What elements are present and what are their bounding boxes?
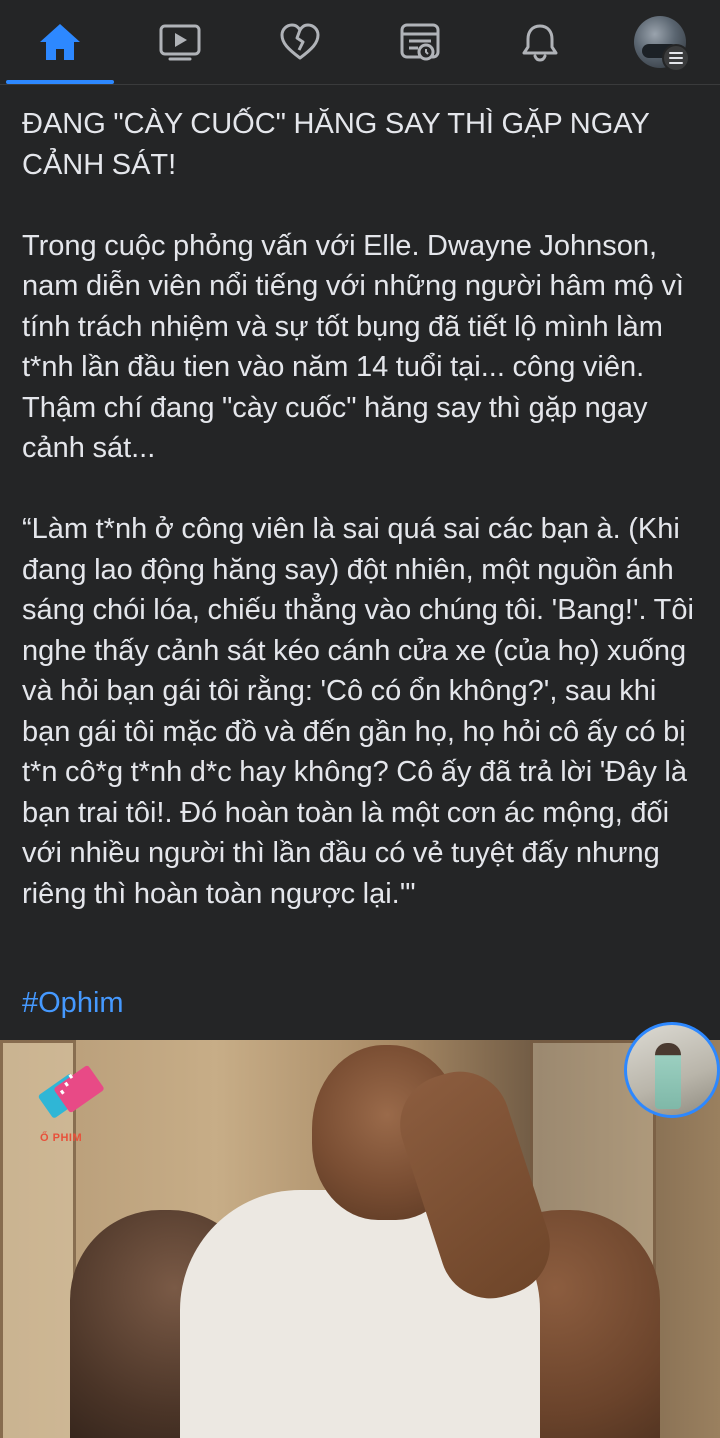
post-paragraph-2: “Làm t*nh ở công viên là sai quá sai các…	[22, 513, 694, 910]
tab-notifications[interactable]	[480, 0, 600, 84]
top-navigation-bar	[0, 0, 720, 85]
home-icon	[40, 24, 80, 60]
bubble-person-thumbnail	[655, 1043, 681, 1109]
post-paragraph-1: Trong cuộc phỏng vấn với Elle. Dwayne Jo…	[22, 229, 684, 465]
floating-video-bubble[interactable]	[624, 1022, 720, 1118]
tab-home[interactable]	[0, 0, 120, 84]
heart-icon	[280, 23, 320, 60]
ophim-logo-icon	[38, 1065, 104, 1118]
hashtag-link[interactable]: #Ophim	[22, 983, 124, 1023]
post-title: ĐANG "CÀY CUỐC" HĂNG SAY THÌ GẶP NGAY CẢ…	[22, 108, 650, 181]
post-photo[interactable]: Ổ PHIM	[0, 1040, 720, 1438]
profile-avatar-wrap	[634, 16, 690, 72]
app-screen: ĐANG "CÀY CUỐC" HĂNG SAY THÌ GẶP NGAY CẢ…	[0, 0, 720, 1438]
tab-dating[interactable]	[240, 0, 360, 84]
tab-watch[interactable]	[120, 0, 240, 84]
menu-icon	[662, 44, 690, 72]
tab-news[interactable]	[360, 0, 480, 84]
bell-icon	[522, 24, 558, 62]
video-play-icon	[159, 24, 201, 61]
active-tab-indicator	[6, 80, 114, 84]
tab-menu[interactable]	[600, 0, 720, 84]
watermark-text: Ổ PHIM	[40, 1132, 83, 1144]
post-body: ĐANG "CÀY CUỐC" HĂNG SAY THÌ GẶP NGAY CẢ…	[22, 104, 706, 955]
news-feed-icon	[400, 23, 440, 61]
